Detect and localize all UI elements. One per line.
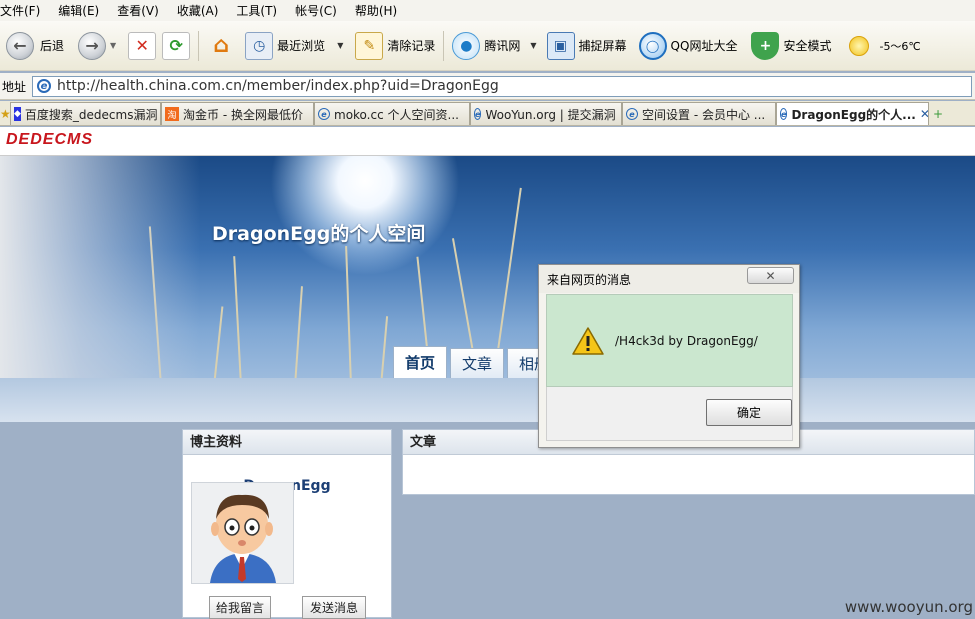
clear-history-label: 清除记录: [387, 39, 436, 53]
dropdown-arrow-icon[interactable]: ▼: [530, 41, 536, 50]
nav-articles[interactable]: 文章: [450, 348, 504, 378]
tab-label: 百度搜索_dedecms漏洞: [24, 107, 158, 122]
back-button[interactable]: ← 后退: [6, 31, 65, 60]
new-tab-icon[interactable]: +: [929, 102, 947, 125]
space-title: DragonEgg的个人空间: [212, 223, 426, 245]
avatar: [191, 482, 294, 584]
dropdown-arrow-icon[interactable]: ▼: [110, 41, 116, 50]
banner-sun: [270, 156, 460, 276]
tab-wooyun[interactable]: e WooYun.org | 提交漏洞: [470, 102, 622, 125]
ok-button[interactable]: 确定: [706, 399, 792, 426]
profile-heading: 博主资料: [183, 430, 391, 455]
tab-label: moko.cc 个人空间资...: [334, 107, 459, 122]
leave-message-button[interactable]: 给我留言: [209, 596, 271, 619]
menu-tools[interactable]: 工具(T): [236, 2, 277, 19]
site-header: DEDECMS: [0, 127, 975, 156]
alert-dialog: 来自网页的消息 ✕ /H4ck3d by DragonEgg/ 确定: [538, 264, 800, 448]
url-text[interactable]: http://health.china.com.cn/member/index.…: [57, 78, 499, 94]
recent-label: 最近浏览: [277, 39, 326, 53]
tencent-label: 腾讯网: [484, 39, 521, 53]
dialog-footer: 确定: [546, 387, 793, 441]
screen-capture-icon: ▣: [546, 31, 575, 60]
refresh-icon: ⟳: [162, 31, 191, 60]
ie-page-icon: e: [318, 108, 330, 120]
recent-button[interactable]: ◷ 最近浏览 ▼: [245, 31, 343, 60]
stop-button[interactable]: ✕: [128, 31, 157, 60]
address-bar: 地址 e http://health.china.com.cn/member/i…: [0, 73, 975, 100]
tab-space-settings[interactable]: e 空间设置 - 会员中心 ...: [622, 102, 776, 125]
magnifier-icon: ◯: [638, 31, 667, 60]
tab-strip: ★ ◆ 百度搜索_dedecms漏洞 淘 淘金币 - 换全网最低价 e moko…: [0, 101, 975, 126]
watermark: www.wooyun.org: [844, 598, 973, 616]
menu-bar: 文件(F) 编辑(E) 查看(V) 收藏(A) 工具(T) 帐号(C) 帮助(H…: [0, 0, 975, 21]
favorites-star-icon[interactable]: ★: [0, 102, 11, 125]
menu-edit[interactable]: 编辑(E): [58, 2, 99, 19]
dialog-body: /H4ck3d by DragonEgg/: [546, 294, 793, 387]
tab-label: 淘金币 - 换全网最低价: [183, 107, 303, 122]
qq-nav-button[interactable]: ◯ QQ网址大全: [638, 31, 738, 60]
ie-page-icon: e: [626, 108, 638, 120]
back-label: 后退: [40, 39, 65, 53]
banner-grass: [233, 256, 242, 387]
tab-dragonegg[interactable]: e DragonEgg的个人... ✕: [776, 102, 929, 125]
shield-icon: +: [751, 31, 780, 60]
menu-account[interactable]: 帐号(C): [295, 2, 337, 19]
toolbar-separator: [198, 30, 200, 61]
ie-page-icon: e: [780, 108, 788, 120]
home-button[interactable]: ⌂: [207, 32, 235, 60]
send-message-button[interactable]: 发送消息: [302, 596, 366, 619]
dedecms-logo[interactable]: DEDECMS: [6, 131, 93, 149]
profile-panel: 博主资料 DragonEgg 给我留言 发送消息: [182, 429, 392, 619]
dropdown-arrow-icon[interactable]: ▼: [337, 41, 343, 50]
banner-grass: [380, 316, 389, 387]
tab-baidu[interactable]: ◆ 百度搜索_dedecms漏洞: [10, 102, 161, 125]
home-icon: ⌂: [213, 33, 230, 58]
browser-toolbar: ← 后退 → ▼ ✕ ⟳ ⌂ ◷ 最近浏览 ▼ ✎ 清除记录 ● 腾讯网 ▼ ▣…: [0, 21, 975, 71]
forward-arrow-icon: →: [78, 31, 107, 60]
safe-mode-label: 安全模式: [783, 39, 832, 53]
taobao-icon: 淘: [165, 107, 179, 121]
weather-widget[interactable]: -5～6℃: [849, 35, 921, 56]
tab-taojinbi[interactable]: 淘 淘金币 - 换全网最低价: [161, 102, 314, 125]
clear-history-button[interactable]: ✎ 清除记录: [355, 31, 436, 60]
warning-icon: [572, 326, 604, 355]
back-arrow-icon: ←: [6, 31, 34, 60]
nav-home[interactable]: 首页: [393, 346, 447, 378]
forward-button[interactable]: → ▼: [78, 31, 116, 60]
tab-label: DragonEgg的个人...: [791, 107, 916, 122]
tab-label: 空间设置 - 会员中心 ...: [642, 107, 766, 122]
broom-icon: ✎: [355, 31, 384, 60]
capture-screen-button[interactable]: ▣ 捕捉屏幕: [546, 31, 627, 60]
ie-page-icon: e: [474, 108, 482, 120]
menu-help[interactable]: 帮助(H): [355, 2, 397, 19]
menu-favorites[interactable]: 收藏(A): [177, 2, 219, 19]
weather-label: -5～6℃: [879, 39, 921, 53]
dialog-message: /H4ck3d by DragonEgg/: [615, 333, 758, 348]
space-banner: [0, 156, 975, 422]
tab-label: WooYun.org | 提交漏洞: [485, 107, 616, 122]
tencent-button[interactable]: ● 腾讯网 ▼: [452, 31, 537, 60]
banner-grass: [294, 286, 303, 387]
menu-view[interactable]: 查看(V): [117, 2, 159, 19]
stop-icon: ✕: [128, 31, 157, 60]
refresh-button[interactable]: ⟳: [162, 31, 191, 60]
avatar-cartoon-icon: [192, 483, 293, 583]
dialog-close-button[interactable]: ✕: [747, 267, 794, 284]
banner-nav-band: [0, 378, 975, 422]
tab-moko[interactable]: e moko.cc 个人空间资...: [314, 102, 470, 125]
baidu-paw-icon: ◆: [14, 107, 21, 121]
url-input[interactable]: e http://health.china.com.cn/member/inde…: [32, 75, 973, 97]
address-label: 地址: [2, 79, 27, 94]
menu-file[interactable]: 文件(F): [0, 2, 40, 19]
tab-close-icon[interactable]: ✕: [920, 107, 928, 121]
history-clock-icon: ◷: [245, 31, 274, 60]
sun-icon: [849, 35, 870, 56]
toolbar-separator: [443, 30, 445, 61]
ie-page-icon: e: [37, 79, 52, 93]
safe-mode-button[interactable]: + 安全模式: [751, 31, 832, 60]
tencent-logo-icon: ●: [452, 31, 481, 60]
capture-label: 捕捉屏幕: [578, 39, 627, 53]
qq-nav-label: QQ网址大全: [670, 39, 738, 53]
